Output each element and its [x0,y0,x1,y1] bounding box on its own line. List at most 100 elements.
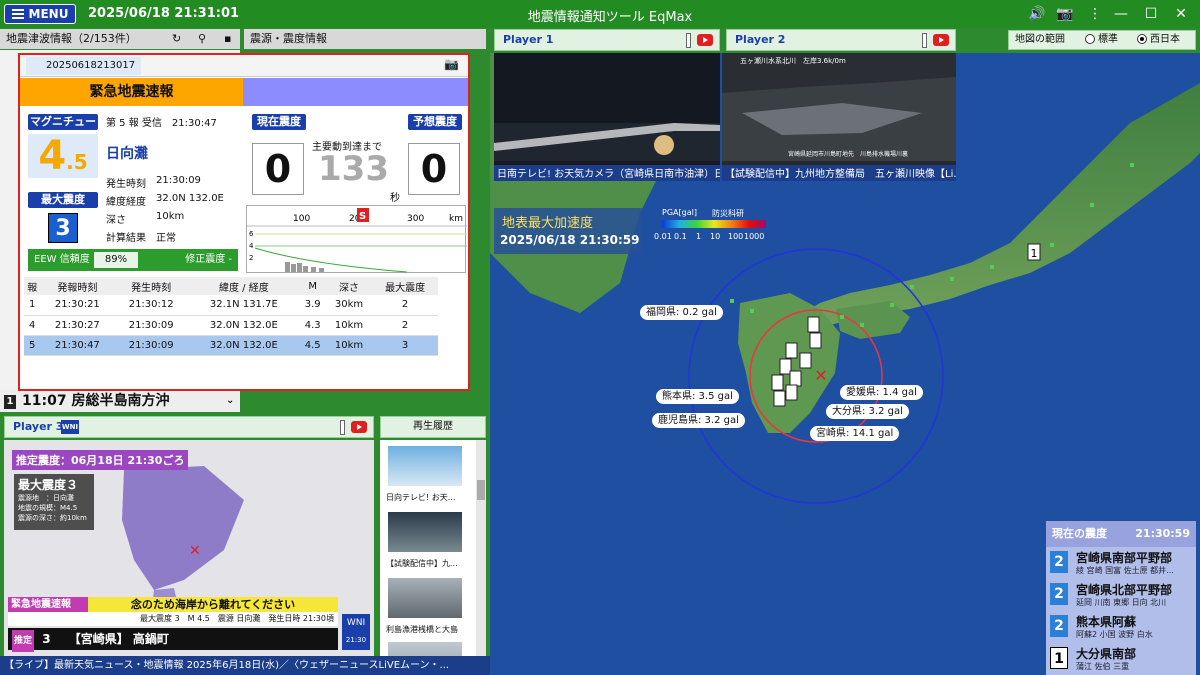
col-header: 深さ [325,277,373,295]
history-list: 日向テレビ! お天... 【試験配信中】九... 利島漁港桟橋と大島 [380,440,486,656]
camera-icon[interactable]: 📷 [1056,5,1074,23]
history-thumb[interactable] [388,642,462,656]
pga-title: 地表最大加速度 [502,216,594,231]
toggle[interactable] [686,33,691,48]
graph-ytick: 4 [249,242,254,250]
graph-tick: 300 [407,214,424,224]
max-intensity-label: 最大震度 [28,192,98,208]
list-item[interactable]: 2 熊本県阿蘇 阿蘇2 小国 波野 白水 [1050,611,1196,643]
gal-label-ehime: 愛媛県: 1.4 gal [840,385,923,400]
graph-curve [254,247,408,273]
col-header: 報 [24,277,41,295]
more-icon[interactable]: ⋮ [1086,5,1104,23]
col-header: M [299,277,326,295]
toggle[interactable] [340,420,345,435]
history-thumb[interactable] [388,512,462,552]
eew-id: 20250618213017 [26,57,142,75]
magnitude-value: 4.5 [28,134,98,178]
camera-icon[interactable]: 📷 [444,57,459,71]
current-intensity-panel: 現在の震度 21:30:59 2 宮崎県南部平野部綾 宮崎 国富 佐土原 都井...… [1046,521,1196,675]
depth-label: 深さ [106,215,126,226]
pga-panel: 地表最大加速度 2025/06/18 21:30:59 [494,208,642,254]
scroll-thumb[interactable] [477,480,485,500]
radio-standard[interactable]: 標準 [1085,31,1118,49]
intensity-badge: 2 [1050,551,1068,573]
graph-ytick: 2 [249,254,253,262]
refresh-icon[interactable]: ↻ [172,29,181,49]
graph-svg: 100 200 300 km S 6 4 2 [247,208,467,273]
player-3-video[interactable]: ✕ 推定震度：06月18日 21:30ごろ 最大震度３ 震源地 ：日向灘 地震の… [4,440,374,656]
youtube-icon[interactable] [933,34,949,46]
history-caption: 日向テレビ! お天... [386,493,456,502]
maximize-icon[interactable]: ☐ [1142,5,1160,23]
eew-panel: 🔔 20250618213017 📷 緊急地震速報 マグニチュード 4.5 第 … [18,53,470,391]
intensity-badge: 1 [4,395,16,409]
youtube-icon[interactable] [351,421,367,433]
history-scrollbar[interactable] [476,440,486,656]
corrected-intensity: 修正震度 - [185,254,232,265]
table-row[interactable]: 1 21:30:21 21:30:12 32.1N 131.7E 3.9 30km 2 [24,295,438,316]
chevron-down-icon[interactable]: ⌄ [226,390,234,412]
table-row[interactable]: 4 21:30:27 21:30:09 32.0N 132.0E 4.3 10km 2 [24,315,438,336]
player-3-caption: 【ライブ】最新天気ニュース・地震情報 2025年6月18日(水)／〈ウェザーニュ… [0,656,490,675]
forecast-intensity-label: 予想震度 [408,114,462,130]
col-header: 発報時刻 [40,277,115,295]
pga-scale: PGA[gal] 防災科研 0.01 0.1 1 10 100 1000 [654,208,766,241]
history-caption: 【試験配信中】九... [386,559,458,568]
graph-tick: 100 [293,214,310,224]
toggle[interactable] [922,33,927,48]
player-3-header[interactable]: Player 3 WNI [4,416,374,438]
list-item[interactable]: 2 宮崎県北部平野部 延岡 川南 東郷 日向 北川 [1050,579,1196,611]
intensity-badge: 2 [1050,615,1068,637]
player-1-header[interactable]: Player 1 [494,29,720,51]
youtube-icon[interactable] [697,34,713,46]
calc-label: 計算結果 [106,233,146,244]
menu-button[interactable]: MENU [4,4,76,24]
clock: 2025/06/18 21:31:01 [88,6,240,21]
player-2-video[interactable]: 五ヶ瀬川水系北川 左岸3.6k/0m 宮崎県延岡市川島町地先 川島排水機場川裏 … [722,53,956,181]
scroll-button[interactable]: ▪ [224,29,231,49]
history-header: 再生履歴 [380,416,486,438]
countdown-unit: 秒 [390,193,400,204]
list-item[interactable]: 1 11:07 房総半島南方沖 ⌄ [0,390,240,412]
video-overlay: 五ヶ瀬川水系北川 左岸3.6k/0m [740,56,846,65]
intensity-badge: 2 [1050,583,1068,605]
intensity-badge: 1 [1050,647,1068,669]
far-intensity-value: 1 [1031,247,1038,260]
graph-ytick: 6 [249,230,254,238]
radio-icon [1085,34,1095,44]
tab-quake-info[interactable]: 地震津波情報（2/153件） ↻ ⚲ ▪ [0,29,240,49]
close-icon[interactable]: ✕ [1172,5,1190,23]
table-row[interactable]: 5 21:30:47 21:30:09 32.0N 132.0E 4.5 10km 3 [24,335,438,356]
eew-banner-side [243,78,468,106]
minimize-icon[interactable]: — [1112,5,1130,23]
eew-header: 🔔 20250618213017 📷 [20,55,468,77]
map-range-select: 地図の範囲 標準 西日本 [1008,30,1196,50]
estimated-tag: 推定 [12,630,35,652]
list-item[interactable]: 2 宮崎県南部平野部綾 宮崎 国富 佐土原 都井... [1050,547,1196,579]
latlon-label: 緯度経度 [106,197,146,208]
player-2-header[interactable]: Player 2 [726,29,956,51]
history-thumb[interactable] [388,446,462,486]
volume-icon[interactable]: 🔊 [1028,5,1046,23]
player-1-video[interactable]: 日南テレビ! お天気カメラ（宮崎県日南市油津）日... [494,53,720,181]
search-icon[interactable]: ⚲ [198,29,206,49]
radio-west-japan[interactable]: 西日本 [1137,31,1180,49]
origin-label: 発生時刻 [106,179,146,190]
origin-time: 21:30:09 [156,175,201,186]
video-frame: 五ヶ瀬川水系北川 左岸3.6k/0m 宮崎県延岡市川島町地先 川島排水機場川裏 [722,53,956,161]
tab-source-info[interactable]: 震源・震度情報 [244,29,486,49]
video-frame [494,53,720,161]
history-thumb[interactable] [388,578,462,618]
list-item[interactable]: 1 大分県南部 蒲江 佐伯 三重 [1050,643,1196,675]
col-header: 緯度 / 経度 [188,277,300,295]
video-bottom-text: 宮崎県延岡市川島町地先 川島排水機場川裏 [788,150,908,158]
gal-label-kumamoto: 熊本県: 3.5 gal [656,389,739,404]
radio-icon [1137,34,1147,44]
alert-message: 念のため海岸から離れてください [88,597,338,612]
magnitude-label: マグニチュード [28,114,98,144]
player-1-caption: 日南テレビ! お天気カメラ（宮崎県日南市油津）日... [494,165,720,181]
app-title: 地震情報通知ツール EqMax [527,10,693,25]
hamburger-icon [11,9,24,19]
eew-confidence: EEW 信頼度 89% 修正震度 - [28,249,238,271]
